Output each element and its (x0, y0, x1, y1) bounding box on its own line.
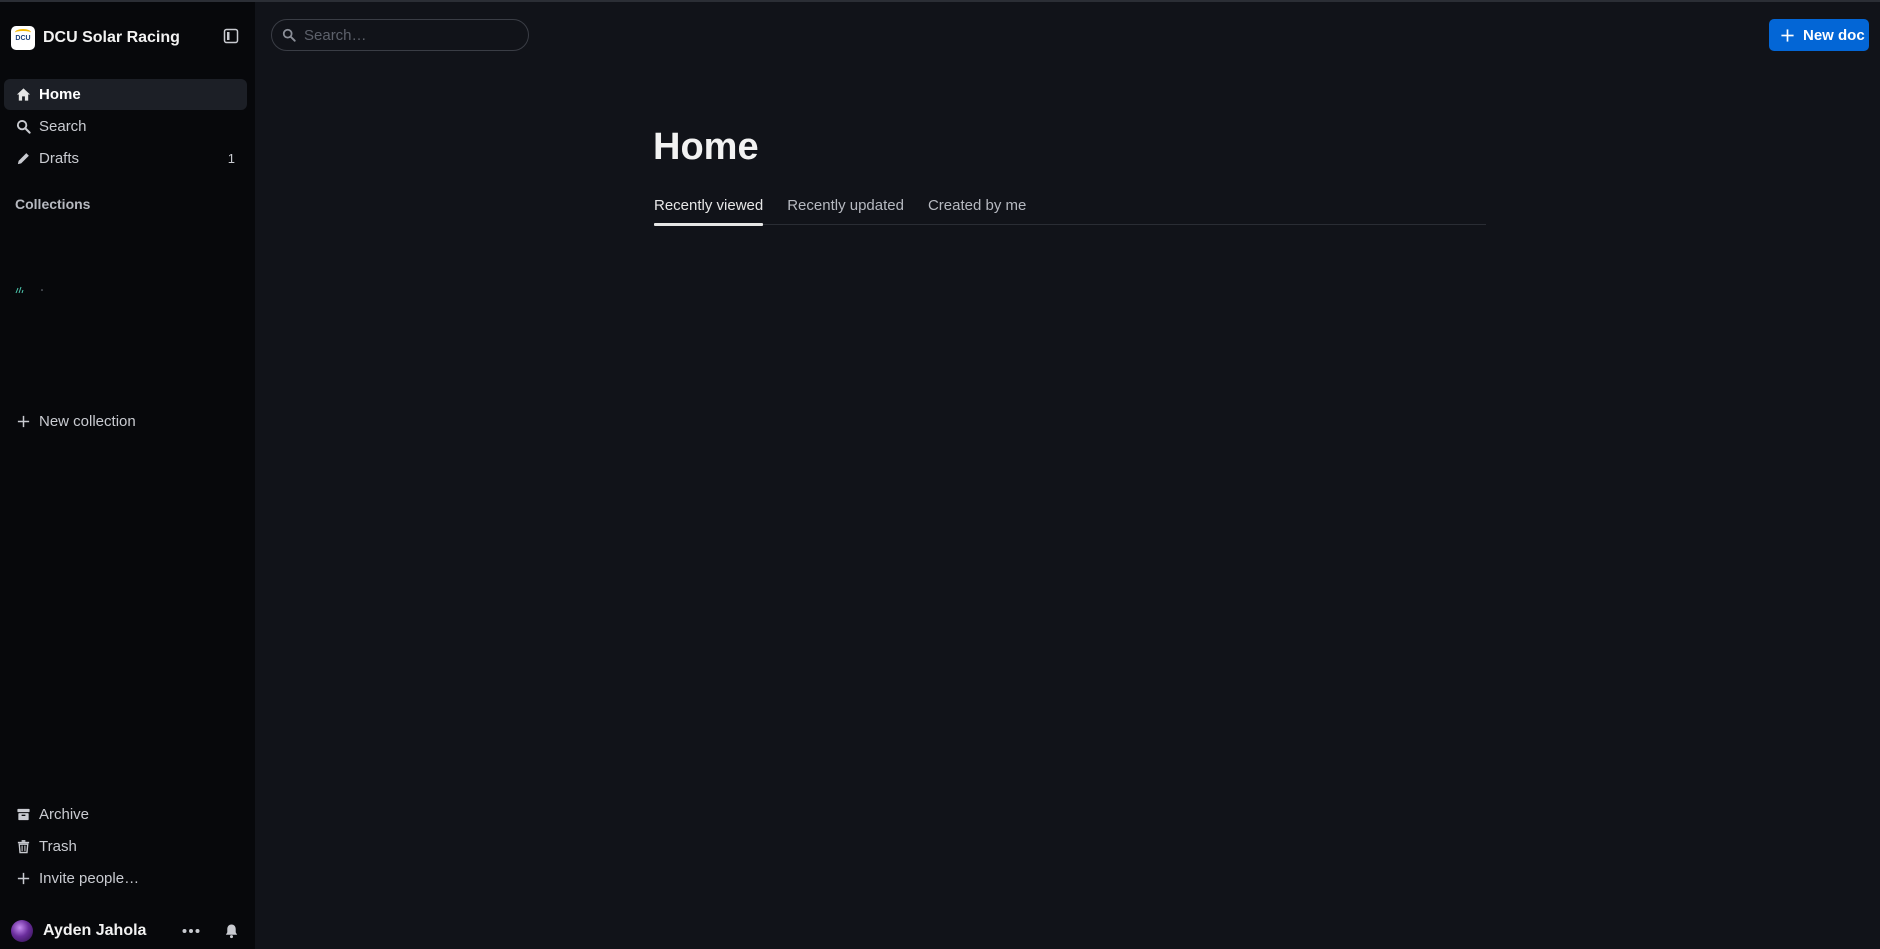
sidebar: DCU DCU Solar Racing Home Search Drafts … (0, 2, 255, 949)
sidebar-item-label: Search (39, 118, 87, 135)
team-logo-text: DCU (15, 34, 31, 42)
trash-icon (15, 839, 31, 855)
sidebar-item-label: Trash (39, 838, 77, 855)
tab-recently-viewed[interactable]: Recently viewed (654, 197, 764, 226)
tab-recently-updated[interactable]: Recently updated (787, 197, 904, 224)
sidebar-toggle-icon (223, 28, 239, 44)
collections-heading[interactable]: Collections (15, 196, 90, 212)
bell-icon (225, 924, 237, 939)
tab-created-by-me[interactable]: Created by me (928, 197, 1026, 224)
search-field[interactable] (271, 19, 529, 51)
plus-icon (15, 871, 31, 887)
home-icon (15, 87, 31, 103)
search-icon (15, 119, 31, 135)
notifications-button[interactable] (222, 922, 240, 940)
more-options-button[interactable] (181, 924, 201, 938)
plus-icon (1779, 27, 1795, 43)
user-menu[interactable]: Ayden Jahola (11, 919, 146, 943)
sidebar-item-search[interactable]: Search (4, 111, 247, 142)
new-doc-button[interactable]: New doc (1769, 19, 1869, 51)
drafts-count-badge: 1 (227, 151, 235, 166)
sidebar-item-label: Home (39, 86, 81, 103)
ellipsis-icon (182, 929, 200, 933)
sidebar-item-trash[interactable]: Trash (4, 831, 247, 862)
page-title: Home (653, 126, 759, 168)
window-top-border (0, 0, 1880, 2)
user-name: Ayden Jahola (43, 922, 147, 939)
sidebar-item-home[interactable]: Home (4, 79, 247, 110)
loading-placeholder-icon (15, 286, 43, 294)
sidebar-item-label: Drafts (39, 150, 80, 167)
team-logo: DCU (11, 26, 35, 50)
new-collection-button[interactable]: New collection (4, 406, 247, 437)
home-tabs: Recently viewed Recently updated Created… (654, 197, 1486, 226)
archive-icon (15, 807, 31, 823)
new-doc-label: New doc (1803, 26, 1865, 44)
plus-icon (15, 414, 31, 430)
sidebar-item-label: Invite people… (39, 870, 140, 887)
sidebar-item-drafts[interactable]: Drafts 1 (4, 143, 247, 174)
search-input[interactable] (304, 26, 504, 44)
sidebar-item-archive[interactable]: Archive (4, 799, 247, 830)
search-icon (282, 28, 296, 42)
sidebar-item-label: Archive (39, 806, 90, 823)
new-collection-label: New collection (39, 413, 136, 430)
pencil-icon (15, 151, 31, 167)
avatar (11, 920, 33, 942)
team-name: DCU Solar Racing (43, 29, 180, 46)
sidebar-collapse-button[interactable] (222, 27, 240, 45)
team-switcher[interactable]: DCU DCU Solar Racing (11, 24, 180, 52)
invite-people-button[interactable]: Invite people… (4, 863, 247, 894)
